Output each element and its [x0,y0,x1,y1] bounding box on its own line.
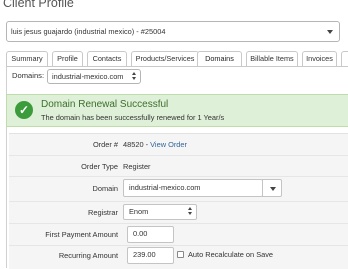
tab-summary[interactable]: Summary [6,51,48,66]
row-divider [9,176,348,177]
order-number-value: 48520 - View Order [123,140,187,149]
recurring-amount-label: Recurring Amount [58,251,118,260]
tab-billable-items[interactable]: Billable Items [246,51,298,66]
first-payment-label: First Payment Amount [45,230,118,239]
alert-message: The domain has been successfully renewed… [41,113,225,122]
registrar-select[interactable]: Enom [123,204,197,220]
row-divider [9,245,348,246]
client-select-value: luis jesus guajardo (industrial mexico) … [11,27,166,36]
tab-domains[interactable]: Domains [197,51,242,67]
tab-contacts[interactable]: Contacts [87,51,127,66]
registrar-label: Registrar [88,208,118,217]
first-payment-input[interactable]: 0.00 [127,226,174,243]
tab-quotes[interactable]: Q [341,51,348,66]
up-down-arrows-icon [188,207,193,216]
tab-products-services[interactable]: Products/Services [131,51,199,66]
checkmark-icon: ✓ [15,101,33,119]
page-title: Client Profile [3,0,74,10]
order-number-label: Order # [92,140,118,149]
row-divider [9,201,348,202]
domains-filter-label: Domains: [12,71,45,80]
registrar-value: Enom [129,207,149,216]
order-type-label: Order Type [81,162,118,171]
row-divider [9,155,348,156]
tab-invoices[interactable]: Invoices [302,51,337,66]
view-order-link[interactable]: View Order [150,140,187,149]
auto-recalculate-checkbox[interactable] [177,251,184,258]
chevron-down-icon [270,187,276,191]
success-alert: ✓ Domain Renewal Successful The domain h… [6,94,348,127]
chevron-down-icon [327,30,333,34]
domain-input[interactable]: industrial-mexico.com [123,179,263,197]
domain-label: Domain [92,184,118,193]
client-select[interactable]: luis jesus guajardo (industrial mexico) … [6,21,340,42]
up-down-arrows-icon [132,72,137,81]
recurring-amount-input[interactable]: 239.00 [127,247,174,264]
domain-dropdown-button[interactable] [262,179,282,197]
row-divider [9,223,348,224]
domains-filter-value: industrial-mexico.com [52,72,124,81]
auto-recalculate-label: Auto Recalculate on Save [188,250,274,259]
tab-bar: Summary Profile Contacts Products/Servic… [6,51,348,67]
order-type-value: Register [123,162,151,171]
domains-filter-select[interactable]: industrial-mexico.com [47,69,141,84]
order-id: 48520 [123,140,144,149]
tab-profile[interactable]: Profile [52,51,83,66]
alert-title: Domain Renewal Successful [41,99,169,110]
